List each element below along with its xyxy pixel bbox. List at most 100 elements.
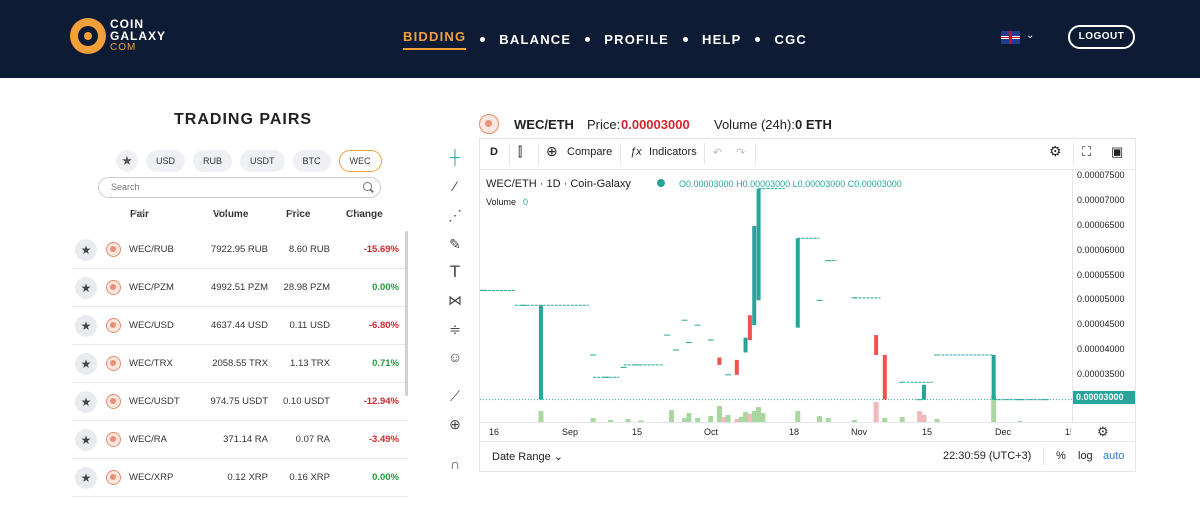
pair-volume: 371.14 RA bbox=[223, 434, 268, 445]
chart-price-label: Price: bbox=[587, 117, 621, 132]
favorite-star-icon[interactable]: ★ bbox=[75, 353, 97, 375]
favorite-star-icon[interactable]: ★ bbox=[75, 239, 97, 261]
brush-icon[interactable]: ✎ bbox=[444, 233, 466, 255]
chart-footer-divider bbox=[480, 441, 1136, 442]
filter-wec[interactable]: WEC bbox=[338, 150, 382, 172]
table-row[interactable]: ★ WEC/USDT 974.75 USDT 0.10 USDT -12.94% bbox=[72, 383, 408, 421]
filter-usd[interactable]: USD bbox=[146, 150, 186, 172]
favorite-star-icon[interactable]: ★ bbox=[75, 429, 97, 451]
pair-price: 0.16 XRP bbox=[289, 472, 330, 483]
crosshair-icon[interactable]: ┼ bbox=[444, 146, 466, 168]
nav-cgc[interactable]: CGC bbox=[774, 32, 807, 47]
candle-body bbox=[538, 305, 543, 400]
pairs-scrollbar[interactable] bbox=[405, 231, 408, 396]
candle-body bbox=[747, 315, 752, 341]
trend-line-icon[interactable]: ⁄ bbox=[444, 175, 466, 197]
prediction-tool-icon[interactable]: ≑ bbox=[444, 318, 466, 340]
interval-button[interactable]: D bbox=[490, 146, 498, 158]
indicators-fx-icon[interactable]: ƒx bbox=[630, 146, 642, 158]
axis-settings-gear-icon[interactable]: ⚙ bbox=[1097, 424, 1109, 440]
time-tick-label: Sep bbox=[562, 427, 579, 437]
toolbar-divider bbox=[538, 143, 539, 165]
price-tick-label: 0.00006000 bbox=[1077, 244, 1125, 255]
candle-body bbox=[795, 238, 800, 328]
date-range-button[interactable]: Date Range ⌄ bbox=[492, 450, 563, 463]
zoom-in-icon[interactable]: ⊕ bbox=[444, 413, 466, 435]
language-chevron-down-icon[interactable]: ⌄ bbox=[1026, 30, 1034, 41]
table-row[interactable]: ★ WEC/TRX 2058.55 TRX 1.13 TRX 0.71% bbox=[72, 345, 408, 383]
pair-volume: 7922.95 RUB bbox=[210, 244, 268, 255]
fullscreen-icon[interactable]: ⛶ bbox=[1082, 144, 1091, 160]
candle-body bbox=[874, 335, 879, 355]
time-tick-label: 16 bbox=[489, 427, 500, 437]
pair-change: 0.71% bbox=[372, 358, 399, 369]
pair-name: WEC/PZM bbox=[129, 282, 174, 293]
pairs-table-body: ★ WEC/RUB 7922.95 RUB 8.60 RUB -15.69% ★… bbox=[72, 231, 408, 497]
log-scale-button[interactable]: log bbox=[1078, 450, 1093, 462]
favorites-star-icon[interactable]: ★ bbox=[116, 150, 138, 172]
trading-pairs-title: TRADING PAIRS bbox=[174, 111, 313, 128]
price-tick-label: 0.00007000 bbox=[1077, 195, 1125, 206]
date-range-label: Date Range bbox=[492, 451, 551, 463]
favorite-star-icon[interactable]: ★ bbox=[75, 315, 97, 337]
redo-icon[interactable]: ↷ bbox=[736, 146, 745, 159]
top-navigation-bar: COIN GALAXY COM BIDDING BALANCE PROFILE … bbox=[0, 0, 1200, 78]
pair-price: 0.11 USD bbox=[289, 320, 330, 331]
settings-gear-icon[interactable]: ⚙ bbox=[1049, 143, 1062, 160]
filter-btc[interactable]: BTC bbox=[292, 150, 331, 172]
volume-bar bbox=[756, 407, 762, 422]
wec-coin-icon bbox=[106, 394, 121, 409]
search-input[interactable]: Search bbox=[98, 177, 381, 198]
magnet-icon[interactable]: ∩ bbox=[444, 453, 466, 475]
table-row[interactable]: ★ WEC/RA 371.14 RA 0.07 RA -3.49% bbox=[72, 421, 408, 459]
nav-separator-dot bbox=[683, 37, 688, 42]
emoji-icon[interactable]: ☺ bbox=[444, 346, 466, 368]
pair-name: WEC/RA bbox=[129, 434, 167, 445]
indicators-button[interactable]: Indicators bbox=[649, 146, 697, 158]
pair-volume: 4637.44 USD bbox=[210, 320, 268, 331]
toolbar-divider bbox=[755, 143, 756, 165]
compare-button[interactable]: Compare bbox=[567, 146, 612, 158]
favorite-star-icon[interactable]: ★ bbox=[75, 277, 97, 299]
toolbar-divider bbox=[509, 143, 510, 165]
search-icon[interactable] bbox=[363, 182, 372, 191]
favorite-star-icon[interactable]: ★ bbox=[75, 391, 97, 413]
volume-bar bbox=[795, 411, 801, 422]
uk-flag-icon[interactable] bbox=[1001, 31, 1020, 44]
nav-help[interactable]: HELP bbox=[702, 32, 741, 47]
pairs-table-header: Pair ▼▲ Volume ▼▲ Price ▼▲ Change ▼▲ bbox=[72, 209, 408, 223]
compare-plus-icon[interactable]: ⊕ bbox=[546, 143, 558, 160]
auto-scale-button[interactable]: auto bbox=[1103, 450, 1124, 462]
table-row[interactable]: ★ WEC/XRP 0.12 XRP 0.16 XRP 0.00% bbox=[72, 459, 408, 497]
nav-bidding[interactable]: BIDDING bbox=[403, 29, 467, 50]
candle-style-icon[interactable]: ⫿ bbox=[518, 144, 522, 160]
coin-galaxy-logo[interactable]: COIN GALAXY COM bbox=[70, 18, 166, 54]
candle-body bbox=[752, 225, 757, 326]
ruler-icon[interactable]: ⟋ bbox=[444, 385, 466, 407]
table-row[interactable]: ★ WEC/USD 4637.44 USD 0.11 USD -6.80% bbox=[72, 307, 408, 345]
sort-icon: ▼▲ bbox=[288, 209, 302, 216]
chart-volume-label: Volume (24h): bbox=[714, 117, 795, 132]
nav-balance[interactable]: BALANCE bbox=[499, 32, 571, 47]
footer-divider bbox=[1043, 447, 1044, 465]
camera-snapshot-icon[interactable]: ▣ bbox=[1111, 144, 1123, 160]
nav-profile[interactable]: PROFILE bbox=[604, 32, 669, 47]
filter-usdt[interactable]: USDT bbox=[240, 150, 285, 172]
volume-bar bbox=[716, 406, 722, 422]
time-axis-divider bbox=[480, 422, 1136, 423]
pair-volume: 0.12 XRP bbox=[227, 472, 268, 483]
pattern-tool-icon[interactable]: ⋈ bbox=[444, 289, 466, 311]
filter-rub[interactable]: RUB bbox=[193, 150, 233, 172]
percent-scale-button[interactable]: % bbox=[1056, 450, 1066, 462]
price-chart-plot[interactable] bbox=[480, 170, 1072, 422]
sort-icon: ▼▲ bbox=[348, 209, 362, 216]
time-tick-label: 15 bbox=[922, 427, 933, 437]
table-row[interactable]: ★ WEC/RUB 7922.95 RUB 8.60 RUB -15.69% bbox=[72, 231, 408, 269]
logout-button[interactable]: LOGOUT bbox=[1068, 25, 1135, 49]
text-tool-icon[interactable]: T bbox=[444, 261, 466, 283]
volume-bar bbox=[873, 402, 879, 422]
fib-tool-icon[interactable]: ⋰ bbox=[444, 204, 466, 226]
table-row[interactable]: ★ WEC/PZM 4992.51 PZM 28.98 PZM 0.00% bbox=[72, 269, 408, 307]
favorite-star-icon[interactable]: ★ bbox=[75, 467, 97, 489]
undo-icon[interactable]: ↶ bbox=[713, 146, 722, 159]
